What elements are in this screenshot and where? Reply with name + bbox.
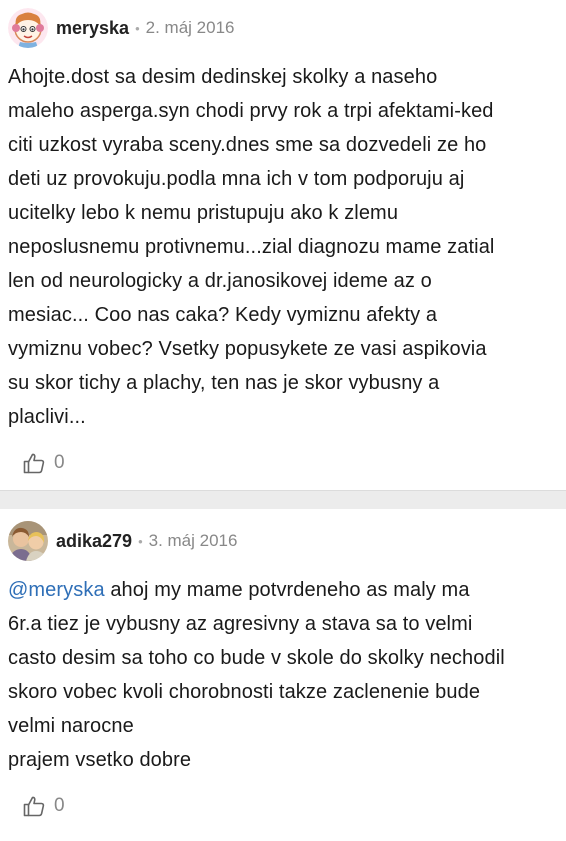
comment: meryska • 2. máj 2016 Ahojte.dost sa des…	[0, 0, 566, 490]
comment-line: deti uz provokuju.podla mna ich v tom po…	[8, 168, 465, 190]
comment-text: ahoj my mame potvrdeneho as maly ma	[104, 579, 470, 601]
comment-line: Ahojte.dost sa desim dedinskej skolky a …	[8, 66, 438, 88]
comment-line: @meryska ahoj my mame potvrdeneho as mal…	[8, 573, 558, 607]
comment-line: neposlusnemu protivnemu...zial diagnozu …	[8, 236, 495, 258]
like-count: 0	[54, 452, 65, 473]
thumbs-up-icon	[23, 796, 45, 817]
avatar[interactable]	[8, 521, 48, 561]
comment-line: vymiznu vobec? Vsetky popusykete ze vasi…	[8, 338, 487, 360]
comment-line: 6r.a tiez je vybusny az agresivny a stav…	[8, 613, 473, 635]
comment-date: 3. máj 2016	[148, 531, 238, 550]
comment-divider	[0, 490, 566, 509]
avatar[interactable]	[8, 8, 48, 48]
comment-line: ucitelky lebo k nemu pristupuju ako k zl…	[8, 202, 399, 224]
comment-line: skoro vobec kvoli chorobnosti takze zacl…	[8, 681, 481, 703]
comment-header: meryska • 2. máj 2016	[8, 8, 558, 48]
like-button[interactable]: 0	[22, 448, 558, 478]
comment-line: casto desim sa toho co bude v skole do s…	[8, 647, 505, 669]
comment: adika279 • 3. máj 2016 @meryska ahoj my …	[0, 509, 566, 821]
comment-line: placlivi...	[8, 406, 86, 428]
cartoon-avatar-icon	[8, 8, 48, 48]
comment-line: citi uzkost vyraba sceny.dnes sme sa doz…	[8, 134, 487, 156]
comment-body: @meryska ahoj my mame potvrdeneho as mal…	[8, 573, 558, 777]
photo-avatar-icon	[8, 521, 48, 561]
comment-line: maleho asperga.syn chodi prvy rok a trpi…	[8, 100, 494, 122]
comment-line: su skor tichy a plachy, ten nas je skor …	[8, 372, 440, 394]
like-button[interactable]: 0	[22, 791, 558, 821]
comment-line: velmi narocne	[8, 715, 134, 737]
comment-feed: meryska • 2. máj 2016 Ahojte.dost sa des…	[0, 0, 566, 841]
comment-line: len od neurologicky a dr.janosikovej ide…	[8, 270, 432, 292]
meta-separator-dot: •	[138, 533, 143, 549]
user-mention-link[interactable]: @meryska	[8, 579, 105, 601]
thumbs-up-icon	[23, 453, 45, 474]
comment-line: prajem vsetko dobre	[8, 749, 192, 771]
author-name[interactable]: adika279	[56, 531, 132, 552]
comment-header: adika279 • 3. máj 2016	[8, 521, 558, 561]
comment-date: 2. máj 2016	[145, 18, 235, 37]
like-count: 0	[54, 795, 65, 816]
comment-line: mesiac... Coo nas caka? Kedy vymiznu afe…	[8, 304, 438, 326]
comment-body: Ahojte.dost sa desim dedinskej skolky a …	[8, 60, 558, 434]
author-name[interactable]: meryska	[56, 18, 129, 39]
meta-separator-dot: •	[135, 20, 140, 36]
